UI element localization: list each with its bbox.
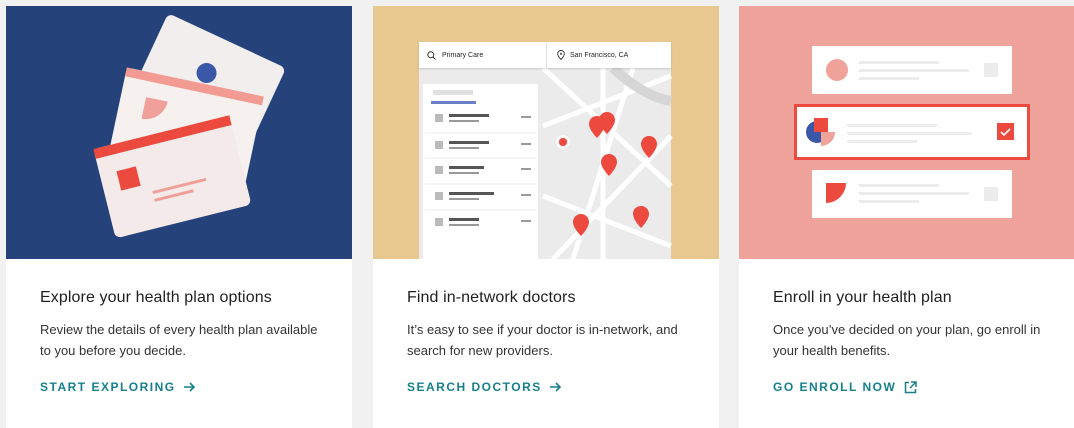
location-pin-icon [557,50,565,60]
mock-search-location: San Francisco, CA [570,51,629,59]
card-description: It’s easy to see if your doctor is in-ne… [407,322,678,358]
arrow-right-icon [549,382,562,392]
plan-selection-illustration [794,46,1030,218]
search-doctors-link[interactable]: SEARCH DOCTORS [407,380,562,394]
mock-search-query: Primary Care [442,51,484,59]
search-divider [546,42,547,68]
plan-cards-illustration [93,15,285,238]
find-doctors-illustration: Primary Care San Francisco, CA [373,6,719,259]
link-label: GO ENROLL NOW [773,380,897,394]
card-description: Review the details of every health plan … [40,322,318,358]
mock-search-bar: Primary Care San Francisco, CA [419,42,671,68]
enroll-illustration [739,6,1074,259]
external-link-icon [904,380,918,394]
explore-plans-illustration [6,6,352,259]
card-find-doctors: Primary Care San Francisco, CA Find in-n… [373,6,719,428]
go-enroll-now-link[interactable]: GO ENROLL NOW [773,380,918,394]
link-label: START EXPLORING [40,380,176,394]
card-title: Find in-network doctors [407,289,576,306]
start-exploring-link[interactable]: START EXPLORING [40,380,196,394]
card-enroll: Enroll in your health plan Once you’ve d… [739,6,1074,428]
card-title: Enroll in your health plan [773,289,952,306]
card-description: Once you’ve decided on your plan, go enr… [773,322,1041,358]
arrow-right-icon [183,382,196,392]
link-label: SEARCH DOCTORS [407,380,542,394]
search-icon [427,50,436,60]
card-title: Explore your health plan options [40,289,272,306]
card-explore-plans: Explore your health plan options Review … [6,6,352,428]
